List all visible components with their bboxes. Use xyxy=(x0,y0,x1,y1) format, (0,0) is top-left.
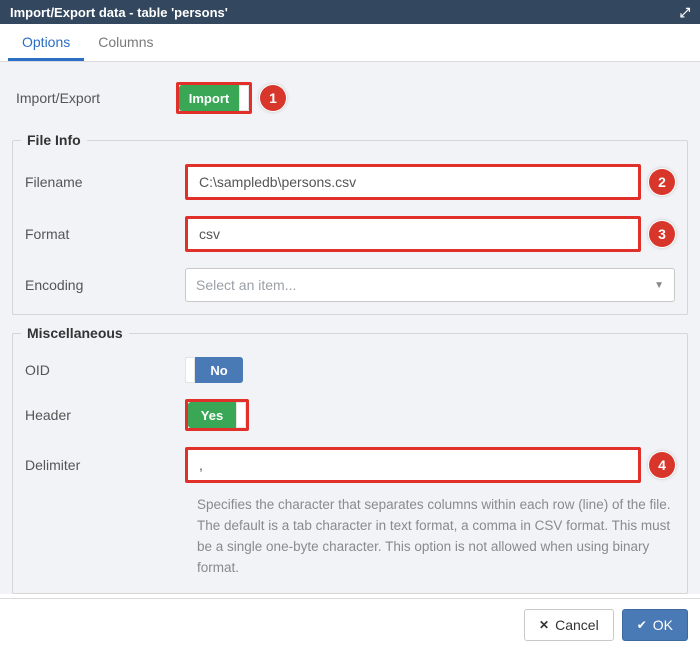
format-select[interactable]: csv xyxy=(188,219,638,249)
legend-misc: Miscellaneous xyxy=(21,325,129,341)
label-encoding: Encoding xyxy=(25,277,185,293)
legend-file-info: File Info xyxy=(21,132,87,148)
fieldset-misc: Miscellaneous OID No Header Yes xyxy=(12,325,688,594)
dialog-footer: ✕ Cancel ✔ OK xyxy=(0,598,700,651)
row-encoding: Encoding Select an item... ▼ xyxy=(21,260,679,310)
label-delimiter: Delimiter xyxy=(25,457,185,473)
label-import-export: Import/Export xyxy=(16,90,176,106)
row-delimiter: Delimiter , 4 xyxy=(21,439,679,491)
row-oid: OID No xyxy=(21,349,679,391)
tabs: Options Columns xyxy=(0,24,700,62)
callout-1: 1 xyxy=(260,85,286,111)
row-format: Format csv 3 xyxy=(21,208,679,260)
dialog-body: Import/Export Import 1 File Info Filenam… xyxy=(0,62,700,594)
highlight-header-toggle: Yes xyxy=(185,399,249,431)
callout-3: 3 xyxy=(649,221,675,247)
window-title: Import/Export data - table 'persons' xyxy=(10,5,228,20)
window-titlebar: Import/Export data - table 'persons' ⤢ xyxy=(0,0,700,24)
close-icon: ✕ xyxy=(539,618,549,632)
tab-options[interactable]: Options xyxy=(8,24,84,61)
header-toggle[interactable]: Yes xyxy=(188,402,246,428)
import-export-toggle[interactable]: Import xyxy=(179,85,249,111)
label-header: Header xyxy=(25,407,185,423)
toggle-knob xyxy=(236,402,246,428)
highlight-filename xyxy=(185,164,641,200)
highlight-import-toggle: Import xyxy=(176,82,252,114)
row-header: Header Yes xyxy=(21,391,679,439)
oid-toggle[interactable]: No xyxy=(185,357,243,383)
delimiter-help: Specifies the character that separates c… xyxy=(189,491,679,589)
encoding-placeholder: Select an item... xyxy=(196,277,296,293)
callout-2: 2 xyxy=(649,169,675,195)
cancel-button[interactable]: ✕ Cancel xyxy=(524,609,614,641)
oid-value: No xyxy=(195,363,243,378)
delimiter-select[interactable]: , xyxy=(188,450,638,480)
tab-columns[interactable]: Columns xyxy=(84,24,167,61)
filename-input[interactable] xyxy=(188,167,638,197)
row-import-export: Import/Export Import 1 xyxy=(12,74,688,122)
chevron-down-icon: ▼ xyxy=(654,280,664,291)
callout-4: 4 xyxy=(649,452,675,478)
expand-icon[interactable]: ⤢ xyxy=(680,6,690,19)
delimiter-value: , xyxy=(199,457,203,473)
format-value: csv xyxy=(199,226,220,242)
highlight-delimiter: , xyxy=(185,447,641,483)
header-value: Yes xyxy=(188,408,236,423)
encoding-select[interactable]: Select an item... ▼ xyxy=(185,268,675,302)
cancel-label: Cancel xyxy=(555,617,599,633)
toggle-knob xyxy=(239,85,249,111)
label-format: Format xyxy=(25,226,185,242)
ok-label: OK xyxy=(653,617,673,633)
check-icon: ✔ xyxy=(637,618,647,632)
fieldset-file-info: File Info Filename 2 Format csv 3 xyxy=(12,132,688,315)
row-filename: Filename 2 xyxy=(21,156,679,208)
toggle-knob xyxy=(185,357,195,383)
label-oid: OID xyxy=(25,362,185,378)
label-filename: Filename xyxy=(25,174,185,190)
ok-button[interactable]: ✔ OK xyxy=(622,609,688,641)
import-export-value: Import xyxy=(179,91,239,106)
highlight-format: csv xyxy=(185,216,641,252)
